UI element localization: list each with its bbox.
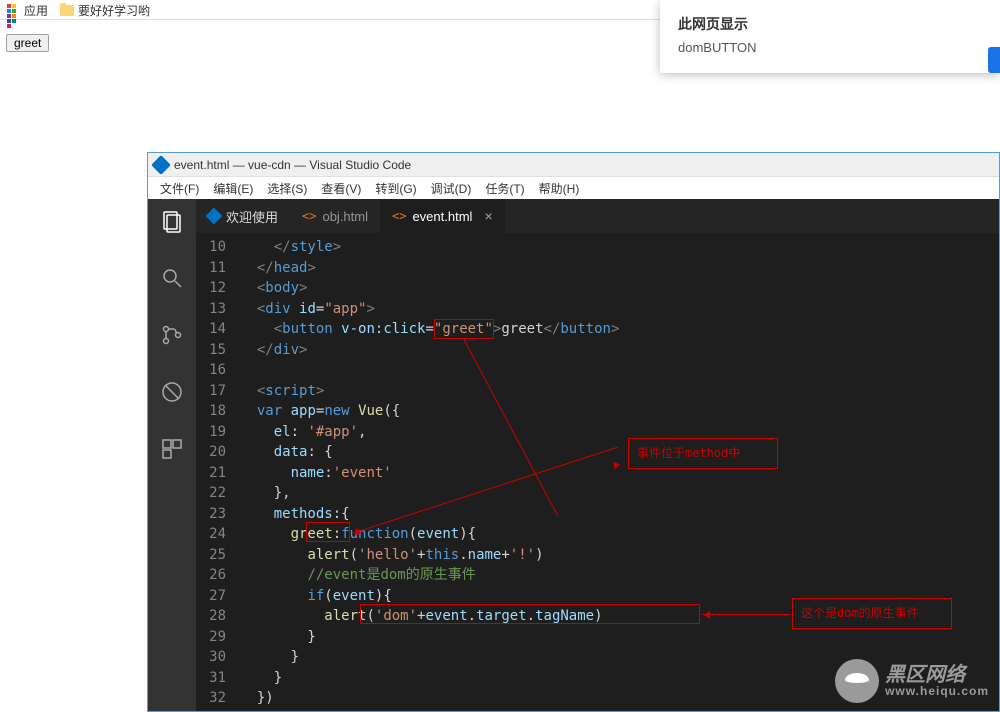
tab-obj[interactable]: <>obj.html: [290, 199, 380, 233]
greet-button[interactable]: greet: [6, 34, 49, 52]
highlight-greet-attr: [434, 319, 494, 339]
highlight-alert-dom: [360, 604, 700, 624]
debug-icon[interactable]: [160, 380, 184, 409]
tab-event[interactable]: <>event.html×: [380, 199, 505, 233]
html-file-icon: <>: [302, 209, 316, 223]
annotation-method: 事件位于method中: [628, 438, 778, 469]
code-editor[interactable]: 1011121314151617181920212223242526272829…: [196, 233, 999, 711]
source-control-icon[interactable]: [160, 323, 184, 352]
annotation-dom-event: 这个是dom的原生事件: [792, 598, 952, 629]
vscode-logo-icon: [151, 155, 171, 175]
menu-goto[interactable]: 转到(G): [369, 178, 422, 199]
tab-welcome[interactable]: 欢迎使用: [196, 199, 290, 233]
code-lines[interactable]: </style> </head> <body> <div id="app"> <…: [240, 237, 999, 711]
menu-help[interactable]: 帮助(H): [533, 178, 586, 199]
vscode-menubar: 文件(F) 编辑(E) 选择(S) 查看(V) 转到(G) 调试(D) 任务(T…: [148, 177, 999, 199]
apps-icon[interactable]: [6, 3, 20, 17]
bookmark-folder[interactable]: 要好好学习哟: [78, 2, 150, 19]
editor-area: 欢迎使用 <>obj.html <>event.html× 1011121314…: [196, 199, 999, 711]
menu-select[interactable]: 选择(S): [261, 178, 313, 199]
vscode-titlebar: event.html — vue-cdn — Visual Studio Cod…: [148, 153, 999, 177]
search-icon[interactable]: [160, 266, 184, 295]
extensions-icon[interactable]: [160, 437, 184, 466]
annotation-arrowhead: [704, 611, 710, 619]
line-number-gutter: 1011121314151617181920212223242526272829…: [196, 237, 240, 711]
activity-bar: [148, 199, 196, 711]
explorer-icon[interactable]: [160, 209, 184, 238]
html-file-icon: <>: [392, 209, 406, 223]
alert-message: domBUTTON: [678, 40, 982, 55]
vscode-title: event.html — vue-cdn — Visual Studio Cod…: [174, 158, 411, 172]
apps-label[interactable]: 应用: [24, 2, 48, 19]
folder-icon[interactable]: [60, 5, 74, 16]
menu-tasks[interactable]: 任务(T): [479, 178, 530, 199]
vscode-window: event.html — vue-cdn — Visual Studio Cod…: [147, 152, 1000, 712]
watermark-icon: [835, 659, 879, 703]
alert-title: 此网页显示: [678, 14, 982, 34]
menu-edit[interactable]: 编辑(E): [207, 178, 259, 199]
menu-view[interactable]: 查看(V): [315, 178, 367, 199]
vscode-small-icon: [206, 208, 223, 225]
watermark-url: www.heiqu.com: [885, 685, 989, 697]
editor-tabs: 欢迎使用 <>obj.html <>event.html×: [196, 199, 999, 233]
menu-debug[interactable]: 调试(D): [425, 178, 478, 199]
close-icon[interactable]: ×: [484, 208, 492, 224]
alert-ok-button[interactable]: [988, 47, 1000, 73]
alert-dialog: 此网页显示 domBUTTON: [660, 0, 1000, 73]
annotation-line: [702, 614, 790, 615]
watermark: 黑区网络 www.heiqu.com: [835, 659, 989, 703]
menu-file[interactable]: 文件(F): [154, 178, 205, 199]
annotation-arrowhead: [613, 461, 620, 470]
highlight-greet-method: [306, 522, 350, 542]
watermark-title: 黑区网络: [885, 664, 965, 686]
